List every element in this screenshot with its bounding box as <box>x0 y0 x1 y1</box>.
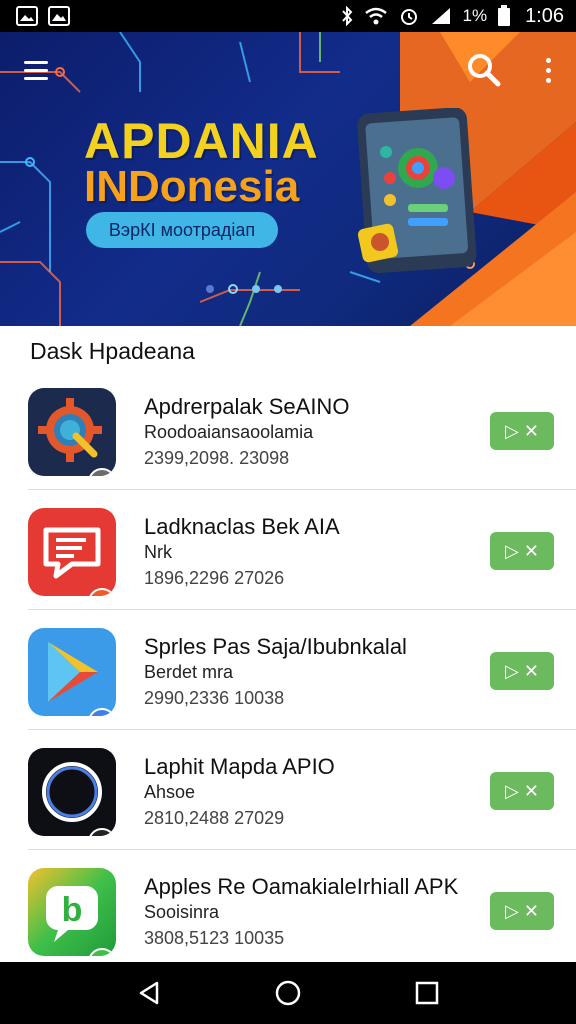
app-subtitle: Nrk <box>144 542 172 562</box>
battery-icon <box>497 5 511 27</box>
carousel-dot[interactable] <box>252 285 260 293</box>
chat-icon <box>28 508 116 596</box>
alarm-icon <box>398 6 420 26</box>
back-icon <box>140 981 159 1005</box>
download-button[interactable]: ▷ ✕ <box>490 532 554 570</box>
status-bar: 1% 1:06 <box>0 0 576 32</box>
app-subtitle: Berdet mra <box>144 662 234 682</box>
hero-banner[interactable]: APDANIA INDonesia ВэрКІ моотрадіап <box>0 32 576 326</box>
banner-subtitle: INDonesia <box>84 162 300 211</box>
gear-globe-icon <box>28 388 116 476</box>
more-vert-dot <box>545 77 551 83</box>
phone-illustration <box>357 108 477 274</box>
app-subtitle: Ahsoe <box>144 782 196 802</box>
app-meta: 2810,2488 27029 <box>144 808 285 828</box>
download-button[interactable]: ▷ ✕ <box>490 652 554 690</box>
list-item[interactable]: Sprles Pas Saja/Ibubnkalal Berdet mra 29… <box>28 610 576 730</box>
menu-button[interactable] <box>24 54 64 86</box>
download-button[interactable]: ▷ ✕ <box>490 412 554 450</box>
play-store-icon <box>28 628 116 716</box>
clock: 1:06 <box>525 4 564 27</box>
more-options-button[interactable] <box>536 52 560 88</box>
app-name: Laphit Mapda APIO <box>144 754 335 779</box>
app-meta: 2399,2098. 23098 <box>144 448 290 468</box>
download-button[interactable]: ▷ ✕ <box>490 892 554 930</box>
hamburger-line <box>24 68 48 72</box>
carousel-indicator <box>206 284 282 294</box>
gallery-icon <box>48 6 70 26</box>
banner-cta-button[interactable]: ВэрКІ моотрадіап <box>86 212 278 248</box>
app-meta: 1896,2296 27026 <box>144 568 285 588</box>
list-item[interactable]: Laphit Mapda APIO Ahsoe 2810,2488 27029 … <box>28 730 576 850</box>
app-name: Apples Re OamakialeIrhiall APK <box>144 874 459 899</box>
search-icon <box>468 54 501 87</box>
download-button-label: ▷ ✕ <box>505 540 539 561</box>
carousel-dot[interactable] <box>274 285 282 293</box>
download-button-label: ▷ ✕ <box>505 420 539 441</box>
navigation-bar <box>0 962 576 1024</box>
app-meta: 3808,5123 10035 <box>144 928 285 948</box>
bluetooth-icon <box>340 6 354 26</box>
recents-icon <box>415 981 438 1005</box>
app-name: Ladknaclas Bek AIA <box>144 514 340 539</box>
download-button-label: ▷ ✕ <box>505 780 539 801</box>
image-icon <box>16 6 38 26</box>
carousel-dot[interactable] <box>206 285 214 293</box>
hamburger-line <box>24 76 48 80</box>
svg-text:b: b <box>62 891 83 929</box>
home-icon <box>275 980 301 1006</box>
download-button-label: ▷ ✕ <box>505 900 539 921</box>
wifi-icon <box>364 6 388 26</box>
carousel-dot-active[interactable] <box>228 284 238 294</box>
battery-percent: 1% <box>462 6 488 25</box>
list-item[interactable]: b Apples Re OamakialeIrhiall APK Sooisin… <box>28 850 576 962</box>
recents-button[interactable] <box>403 969 451 1017</box>
download-button-label: ▷ ✕ <box>505 660 539 681</box>
search-button[interactable] <box>462 48 506 92</box>
app-subtitle: Roodoaiansaoolamia <box>144 422 314 442</box>
app-name: Sprles Pas Saja/Ibubnkalal <box>144 634 407 659</box>
more-vert-dot <box>545 67 551 73</box>
home-button[interactable] <box>264 969 312 1017</box>
download-button[interactable]: ▷ ✕ <box>490 772 554 810</box>
signal-icon <box>430 6 452 26</box>
b-logo-icon: b <box>28 868 116 956</box>
more-vert-icon <box>545 57 551 63</box>
list-item[interactable]: Apdrerpalak SeAINO Roodoaiansaoolamia 23… <box>28 370 576 490</box>
back-button[interactable] <box>125 969 173 1017</box>
compass-icon <box>28 748 116 836</box>
app-name: Apdrerpalak SeAINO <box>144 394 350 419</box>
hamburger-icon <box>24 60 48 64</box>
list-item[interactable]: Ladknaclas Bek AIA Nrk 1896,2296 27026 ▷… <box>28 490 576 610</box>
section-title: Dask Hpadeana <box>30 338 195 364</box>
app-subtitle: Sooisinra <box>144 902 220 922</box>
app-meta: 2990,2336 10038 <box>144 688 285 708</box>
